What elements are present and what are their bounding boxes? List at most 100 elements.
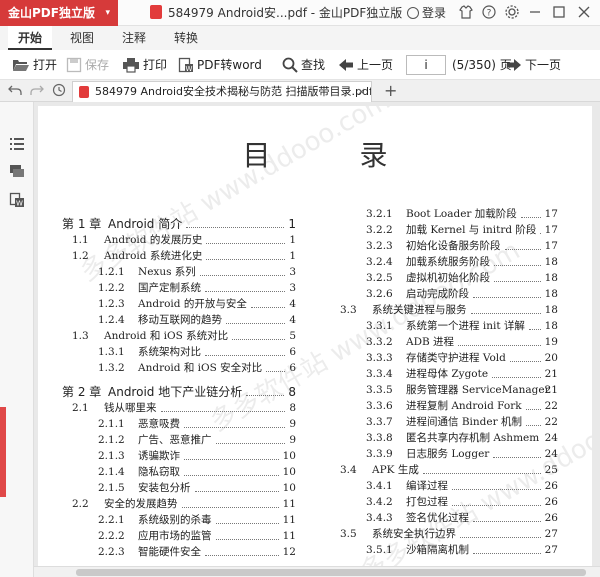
toc-leader-dots [452, 505, 541, 506]
toc-entry[interactable]: 3.3.5 服务管理器 ServiceManager 21 [330, 382, 558, 398]
app-menu-button[interactable]: 金山PDF独立版 ▾ [0, 0, 118, 26]
toc-entry-title: 隐私窃取 [138, 466, 180, 478]
toc-entry[interactable]: 3.5 系统安全执行边界 27 [330, 526, 558, 542]
toc-entry[interactable]: 3.4.3 签名优化过程 26 [330, 510, 558, 526]
toc-entry[interactable]: 3.2.6 启动完成阶段 18 [330, 286, 558, 302]
toc-entry[interactable]: 3.2.4 加载系统服务阶段 18 [330, 254, 558, 270]
undo-icon[interactable] [8, 83, 22, 97]
find-button[interactable]: 查找 [282, 50, 325, 80]
toc-entry[interactable]: 2.2.3 智能硬件安全 12 [62, 544, 296, 560]
new-tab-button[interactable]: + [384, 80, 397, 102]
pdf-to-word-button[interactable]: W PDF转word [178, 50, 262, 80]
close-icon[interactable] [576, 5, 592, 21]
toc-entry[interactable]: 3.3 系统关键进程与服务 18 [330, 302, 558, 318]
tab-start[interactable]: 开始 [8, 26, 52, 50]
toc-leader-dots [182, 507, 279, 508]
toc-entry[interactable]: 3.5.1 沙箱隔离机制 27 [330, 542, 558, 558]
toc-entry-title: 沙箱隔离机制 [406, 544, 469, 556]
toolbar: 打开 保存 打印 W PDF转word 查找 上一页 i (5/350) 页 下一… [0, 50, 600, 80]
redo-icon[interactable] [30, 83, 44, 97]
toc-entry[interactable]: 2.1.5 安装包分析 10 [62, 480, 296, 496]
toc-entry[interactable]: 1.2.4 移动互联网的趋势 4 [62, 312, 296, 328]
toc-entry[interactable]: 2.2.1 系统级别的杀毒 11 [62, 512, 296, 528]
toc-entry-page: 27 [544, 528, 558, 540]
tab-annotate[interactable]: 注释 [112, 26, 156, 50]
help-icon[interactable]: ? [481, 5, 497, 21]
document-viewer[interactable]: 多多软件站 www.ddooo.com 多多软件站 www.ddooo.com … [34, 102, 600, 577]
window-title: 584979 Android安...pdf - 金山PDF独立版 [150, 0, 402, 26]
toc-entry[interactable]: 3.3.7 进程间通信 Binder 机制 22 [330, 414, 558, 430]
toc-entry[interactable]: 2.1.3 诱骗欺诈 10 [62, 448, 296, 464]
toc-entry[interactable]: 1.3 Android 和 iOS 系统对比 5 [62, 328, 296, 344]
toc-entry[interactable]: 2.2 安全的发展趋势 11 [62, 496, 296, 512]
toc-entry-title: 智能硬件安全 [138, 546, 201, 558]
toc-entry-number: 3.4.3 [366, 512, 393, 524]
toc-entry[interactable]: 1.3.2 Android 和 iOS 安全对比 6 [62, 360, 296, 376]
maximize-icon[interactable] [551, 5, 567, 21]
thumbnail-icon[interactable]: W [9, 192, 25, 208]
toc-entry[interactable]: 2.1 钱从哪里来 8 [62, 400, 296, 416]
toc-entry[interactable]: 3.3.4 进程母体 Zygote 21 [330, 366, 558, 382]
open-button[interactable]: 打开 [12, 50, 57, 80]
toc-entry[interactable]: 1.2.2 国产定制系统 3 [62, 280, 296, 296]
horizontal-scrollbar[interactable] [34, 566, 600, 577]
tab-view[interactable]: 视图 [60, 26, 104, 50]
prev-page-button[interactable]: 上一页 [338, 50, 393, 80]
toc-entry[interactable]: 第 1 章 Android 简介 1 [62, 216, 296, 232]
toc-entry[interactable]: 2.2.2 应用市场的监管 11 [62, 528, 296, 544]
scrollbar-thumb[interactable] [76, 569, 586, 576]
toc-entry[interactable]: 3.3.9 日志服务 Logger 24 [330, 446, 558, 462]
toc-entry[interactable]: 3.3.1 系统第一个进程 init 详解 18 [330, 318, 558, 334]
tab-convert[interactable]: 转换 [164, 26, 208, 50]
toc-entry-number: 2.1.1 [98, 418, 125, 430]
toc-entry[interactable]: 3.2.2 加载 Kernel 与 initrd 阶段 17 [330, 222, 558, 238]
toc-entry[interactable]: 2.1.1 恶意吸费 9 [62, 416, 296, 432]
toc-entry-title: 系统架构对比 [138, 346, 201, 358]
minimize-icon[interactable] [527, 5, 543, 21]
save-icon [66, 57, 82, 73]
bookmark-list-icon[interactable] [9, 136, 25, 152]
toc-entry[interactable]: 3.3.8 匿名共享内存机制 Ashmem 24 [330, 430, 558, 446]
history-icon[interactable] [52, 83, 66, 97]
toc-entry[interactable]: 3.3.3 存储类守护进程 Vold 20 [330, 350, 558, 366]
close-tab-icon[interactable]: × [357, 82, 366, 102]
toc-entry-title: 诱骗欺诈 [138, 450, 180, 462]
toc-entry[interactable]: 3.2.5 虚拟机初始化阶段 18 [330, 270, 558, 286]
toc-leader-dots [184, 475, 279, 476]
login-button[interactable]: 登录 [407, 0, 446, 26]
left-sidebar: W [0, 102, 34, 577]
toc-entry[interactable]: 1.2 Android 系统进化史 1 [62, 248, 296, 264]
page-number-input[interactable]: i [406, 55, 446, 75]
toc-entry[interactable]: 1.3.1 系统架构对比 6 [62, 344, 296, 360]
toc-entry[interactable]: 2.1.2 广告、恶意推广 9 [62, 432, 296, 448]
toc-entry[interactable]: 1.2.1 Nexus 系列 3 [62, 264, 296, 280]
toc-entry-title: 系统安全执行边界 [372, 528, 456, 540]
toc-entry[interactable]: 1.2.3 Android 的开放与安全 4 [62, 296, 296, 312]
toc-entry[interactable]: 2.1.4 隐私窃取 10 [62, 464, 296, 480]
toc-entry[interactable]: 3.4.1 编译过程 26 [330, 478, 558, 494]
tab-document[interactable]: 584979 Android安全技术揭秘与防范 扫描版带目录.pdf × [72, 81, 372, 102]
toc-entry[interactable]: 3.2.1 Boot Loader 加载阶段 17 [330, 206, 558, 222]
toc-entry-page: 9 [289, 434, 296, 446]
toc-entry-title: 签名优化过程 [406, 512, 469, 524]
toc-entry-number: 2.1 [72, 402, 89, 414]
toc-entry[interactable]: 1.1 Android 的发展历史 1 [62, 232, 296, 248]
settings-icon[interactable] [504, 5, 520, 21]
toc-entry[interactable]: 3.4 APK 生成 25 [330, 462, 558, 478]
toc-entry[interactable]: 3.3.2 ADB 进程 19 [330, 334, 558, 350]
toc-entry[interactable]: 3.3.6 进程复制 Android Fork 22 [330, 398, 558, 414]
user-icon [407, 7, 419, 19]
toc-entry-number: 第 2 章 [62, 385, 102, 399]
print-button[interactable]: 打印 [122, 50, 167, 80]
next-page-button[interactable]: 下一页 [506, 50, 561, 80]
toc-entry-number: 3.2.5 [366, 272, 393, 284]
pdf-file-icon [150, 5, 162, 19]
toc-entry[interactable]: 3.4.2 打包过程 26 [330, 494, 558, 510]
sidebar-collapse-handle[interactable] [0, 407, 6, 497]
pdf-page: 多多软件站 www.ddooo.com 多多软件站 www.ddooo.com … [38, 106, 592, 572]
toc-entry[interactable]: 第 2 章 Android 地下产业链分析 8 [62, 384, 296, 400]
toc-entry[interactable]: 3.2.3 初始化设备服务阶段 17 [330, 238, 558, 254]
comments-icon[interactable] [9, 164, 25, 180]
skin-icon[interactable] [458, 5, 474, 21]
save-button[interactable]: 保存 [66, 50, 109, 80]
